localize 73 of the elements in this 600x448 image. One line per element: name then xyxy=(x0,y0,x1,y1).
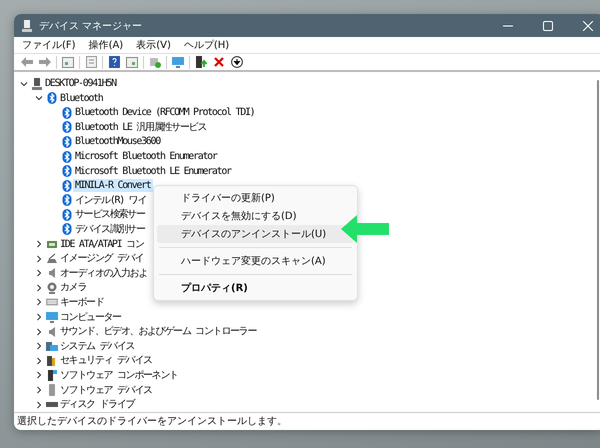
bluetooth-icon xyxy=(61,121,73,134)
keyboard-icon xyxy=(46,296,58,308)
window-toolbar-button[interactable] xyxy=(125,55,139,70)
uninstall-button[interactable] xyxy=(212,55,226,70)
system-icon xyxy=(46,340,58,352)
context-menu-item[interactable]: ドライバーの更新(P) xyxy=(157,189,354,208)
device-icon xyxy=(46,384,58,396)
context-menu-item[interactable]: デバイスのアンインストール(U) xyxy=(157,225,354,244)
tree-item[interactable]: インテル(R) ワイ xyxy=(73,194,148,207)
tree-item[interactable]: IDE ATA/ATAPI コン xyxy=(58,238,146,251)
bluetooth-icon xyxy=(61,165,73,178)
tree-item[interactable]: オーディオの入力およ xyxy=(58,266,150,280)
menu-item[interactable]: ヘルプ(H) xyxy=(184,38,230,52)
speaker-icon xyxy=(46,267,58,280)
menu-item[interactable]: 表示(V) xyxy=(136,38,171,52)
monitor-button[interactable] xyxy=(171,55,185,70)
chip-icon xyxy=(46,238,58,250)
arrow-icon xyxy=(341,215,389,244)
update-driver-button[interactable] xyxy=(194,55,208,70)
component-icon xyxy=(46,369,58,382)
tree-item[interactable]: Microsoft Bluetooth LE Enumerator xyxy=(73,164,233,178)
properties-button[interactable] xyxy=(84,55,98,70)
tree-item[interactable]: サウンド、ビデオ、およびゲーム コントローラー xyxy=(58,325,258,338)
tree-item[interactable]: Bluetooth xyxy=(58,92,104,105)
bluetooth-icon xyxy=(61,180,73,192)
tree-item[interactable]: キーボード xyxy=(58,296,106,309)
tree-item[interactable]: MINILA-R Convert xyxy=(73,179,153,192)
computer-icon xyxy=(21,20,33,32)
close-icon[interactable] xyxy=(583,20,593,30)
bluetooth-icon xyxy=(46,92,58,104)
tree-item[interactable]: イメージング デバイ xyxy=(58,252,146,266)
help-button[interactable] xyxy=(107,55,121,70)
bluetooth-icon xyxy=(61,208,73,221)
speaker-icon xyxy=(46,326,58,338)
context-menu-item[interactable]: プロパティ(R) xyxy=(157,279,354,298)
menu-item[interactable]: ファイル(F) xyxy=(22,38,76,52)
status-text: 選択したデバイスのドライバーをアンインストールします。 xyxy=(14,412,600,430)
tree-item[interactable]: Bluetooth Device (RFCOMM Protocol TDI) xyxy=(73,106,256,120)
webcam-icon xyxy=(46,282,58,294)
context-menu-item[interactable]: デバイスを無効にする(D) xyxy=(157,207,354,226)
window-toolbar-button[interactable] xyxy=(61,55,75,70)
computer-icon xyxy=(31,78,43,90)
bluetooth-icon xyxy=(61,136,73,148)
back-button[interactable] xyxy=(20,55,34,70)
window-title: デバイス マネージャー xyxy=(39,20,144,32)
security-icon xyxy=(46,354,58,367)
maximize-icon[interactable] xyxy=(543,20,553,30)
bluetooth-icon xyxy=(61,106,73,119)
monitor-icon xyxy=(46,311,58,324)
tree-item[interactable]: ディスク ドライブ xyxy=(58,398,136,412)
download-button[interactable] xyxy=(230,55,244,70)
tree-item[interactable]: デバイス識別サー xyxy=(73,222,147,236)
disk-drive-icon xyxy=(46,402,58,408)
scrollbar[interactable] xyxy=(597,80,599,400)
bluetooth-icon xyxy=(61,150,73,163)
bluetooth-icon xyxy=(61,194,73,206)
menu-item[interactable]: 操作(A) xyxy=(88,38,124,52)
tree-item[interactable]: システム デバイス xyxy=(58,340,136,353)
tree-item[interactable]: Bluetooth LE 汎用属性サービス xyxy=(73,120,208,134)
tree-item[interactable]: サービス検索サー xyxy=(73,208,147,222)
tree-item[interactable]: BluetoothMouse3600 xyxy=(73,135,162,148)
scanner-icon xyxy=(46,252,58,265)
tree-item[interactable]: Microsoft Bluetooth Enumerator xyxy=(73,150,219,164)
tree-item[interactable]: ソフトウェア デバイス xyxy=(58,384,154,397)
scan-hardware-button[interactable] xyxy=(148,55,162,70)
tree-item[interactable]: ソフトウェア コンポーネント xyxy=(58,368,180,382)
forward-button[interactable] xyxy=(38,55,52,70)
tree-item[interactable]: セキュリティ デバイス xyxy=(58,354,154,368)
context-menu-item[interactable]: ハードウェア変更のスキャン(A) xyxy=(157,252,354,270)
bluetooth-icon xyxy=(61,223,73,236)
tree-item[interactable]: DESKTOP-0941H5N xyxy=(43,77,118,90)
tree-item[interactable]: コンピューター xyxy=(58,310,123,324)
tree-item[interactable]: カメラ xyxy=(58,281,88,294)
